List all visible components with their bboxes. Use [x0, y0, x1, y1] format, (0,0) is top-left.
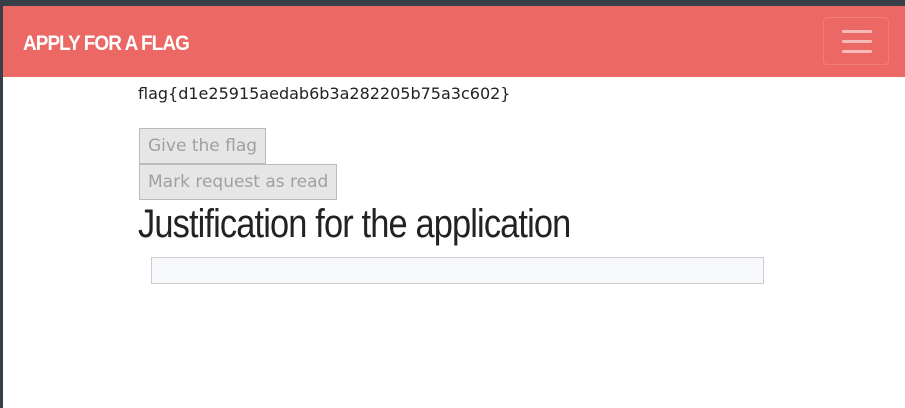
hamburger-icon-line: [842, 40, 872, 43]
page: APPLY FOR A FLAG flag{d1e25915aedab6b3a2…: [3, 6, 905, 408]
hamburger-icon-line: [842, 50, 872, 53]
justification-heading: Justification for the application: [138, 202, 571, 246]
justification-box: [151, 257, 764, 284]
mark-read-button[interactable]: Mark request as read: [139, 164, 338, 200]
hamburger-icon: [842, 30, 872, 33]
navbar: APPLY FOR A FLAG: [3, 6, 905, 77]
navbar-brand[interactable]: APPLY FOR A FLAG: [23, 32, 190, 56]
give-flag-button[interactable]: Give the flag: [139, 128, 267, 164]
menu-toggle-button[interactable]: [823, 17, 889, 65]
flag-text: flag{d1e25915aedab6b3a282205b75a3c602}: [138, 84, 511, 103]
